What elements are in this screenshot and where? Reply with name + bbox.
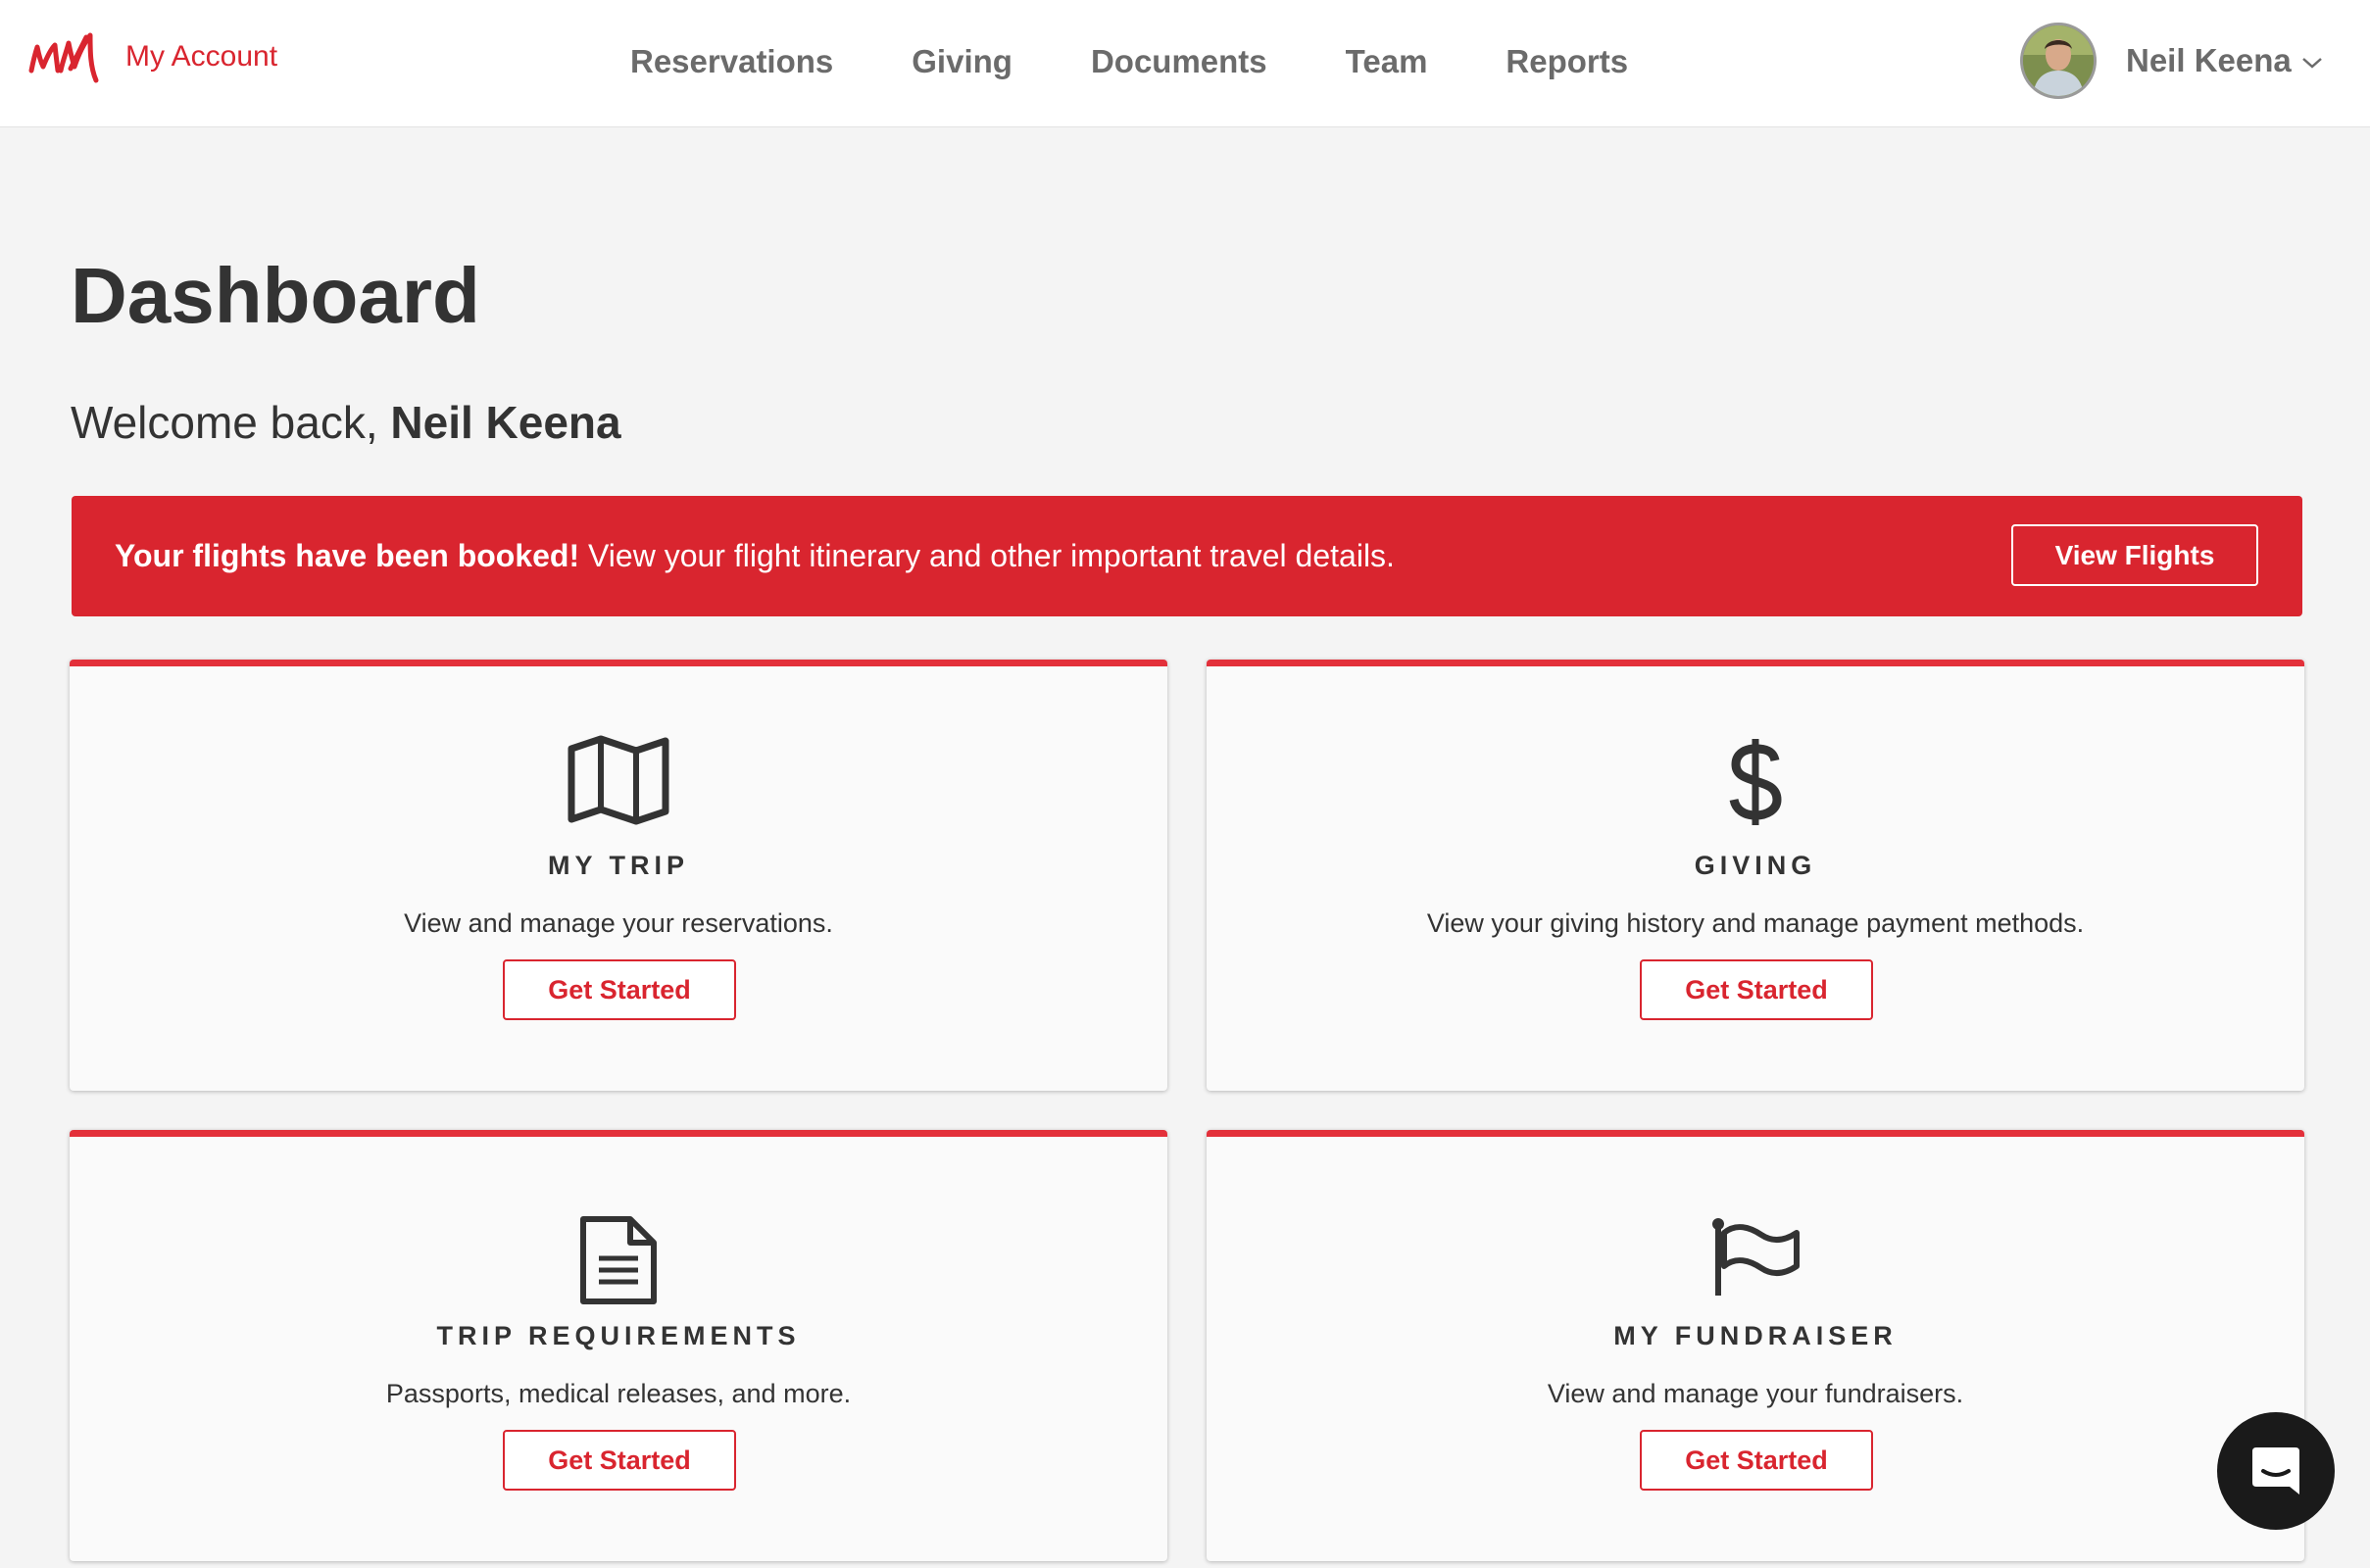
chevron-down-icon bbox=[2301, 58, 2322, 69]
main-nav: Reservations Giving Documents Team Repor… bbox=[630, 37, 1628, 86]
card-description: View your giving history and manage paym… bbox=[1426, 908, 2085, 938]
user-menu[interactable]: Neil Keena bbox=[2020, 20, 2323, 102]
my-trip-get-started-button[interactable]: Get Started bbox=[503, 959, 736, 1020]
card-giving: GIVING View your giving history and mana… bbox=[1207, 660, 2304, 1091]
card-my-fundraiser: MY FUNDRAISER View and manage your fundr… bbox=[1207, 1130, 2304, 1561]
welcome-prefix: Welcome back, bbox=[71, 397, 378, 448]
card-title: MY TRIP bbox=[547, 851, 689, 880]
chat-icon bbox=[2252, 1447, 2299, 1494]
flights-booked-alert: Your flights have been booked! View your… bbox=[72, 496, 2302, 616]
card-title: MY FUNDRAISER bbox=[1613, 1321, 1898, 1350]
app-label: My Account bbox=[125, 40, 278, 73]
avatar[interactable] bbox=[2020, 23, 2097, 99]
alert-message: Your flights have been booked! View your… bbox=[115, 538, 1395, 574]
welcome-name: Neil Keena bbox=[390, 397, 621, 448]
flag-icon bbox=[1712, 1218, 1800, 1296]
my-fundraiser-get-started-button[interactable]: Get Started bbox=[1640, 1430, 1873, 1491]
brand-logo[interactable]: My Account bbox=[27, 24, 277, 84]
card-title: GIVING bbox=[1694, 851, 1817, 880]
mm-logo-icon bbox=[28, 32, 99, 83]
dollar-icon bbox=[1729, 739, 1782, 825]
welcome-message: Welcome back, Neil Keena bbox=[71, 396, 621, 449]
alert-bold-text: Your flights have been booked! bbox=[115, 538, 580, 573]
card-my-trip: MY TRIP View and manage your reservation… bbox=[70, 660, 1167, 1091]
card-title: TRIP REQUIREMENTS bbox=[436, 1321, 801, 1350]
chat-widget-button[interactable] bbox=[2217, 1412, 2335, 1530]
nav-giving[interactable]: Giving bbox=[912, 43, 1012, 80]
top-navigation-bar: My Account Reservations Giving Documents… bbox=[0, 0, 2370, 127]
trip-requirements-get-started-button[interactable]: Get Started bbox=[503, 1430, 736, 1491]
nav-reports[interactable]: Reports bbox=[1506, 43, 1628, 80]
document-icon bbox=[580, 1216, 657, 1304]
nav-reservations[interactable]: Reservations bbox=[630, 43, 833, 80]
map-icon bbox=[568, 735, 669, 825]
card-description: View and manage your fundraisers. bbox=[1547, 1379, 1964, 1408]
card-description: Passports, medical releases, and more. bbox=[385, 1379, 852, 1408]
giving-get-started-button[interactable]: Get Started bbox=[1640, 959, 1873, 1020]
nav-documents[interactable]: Documents bbox=[1091, 43, 1267, 80]
card-trip-requirements: TRIP REQUIREMENTS Passports, medical rel… bbox=[70, 1130, 1167, 1561]
user-name: Neil Keena bbox=[2126, 42, 2292, 78]
alert-body-text: View your flight itinerary and other imp… bbox=[579, 538, 1395, 573]
page-title: Dashboard bbox=[71, 252, 480, 339]
nav-team[interactable]: Team bbox=[1346, 43, 1428, 80]
view-flights-button[interactable]: View Flights bbox=[2011, 524, 2258, 586]
card-description: View and manage your reservations. bbox=[404, 908, 833, 938]
